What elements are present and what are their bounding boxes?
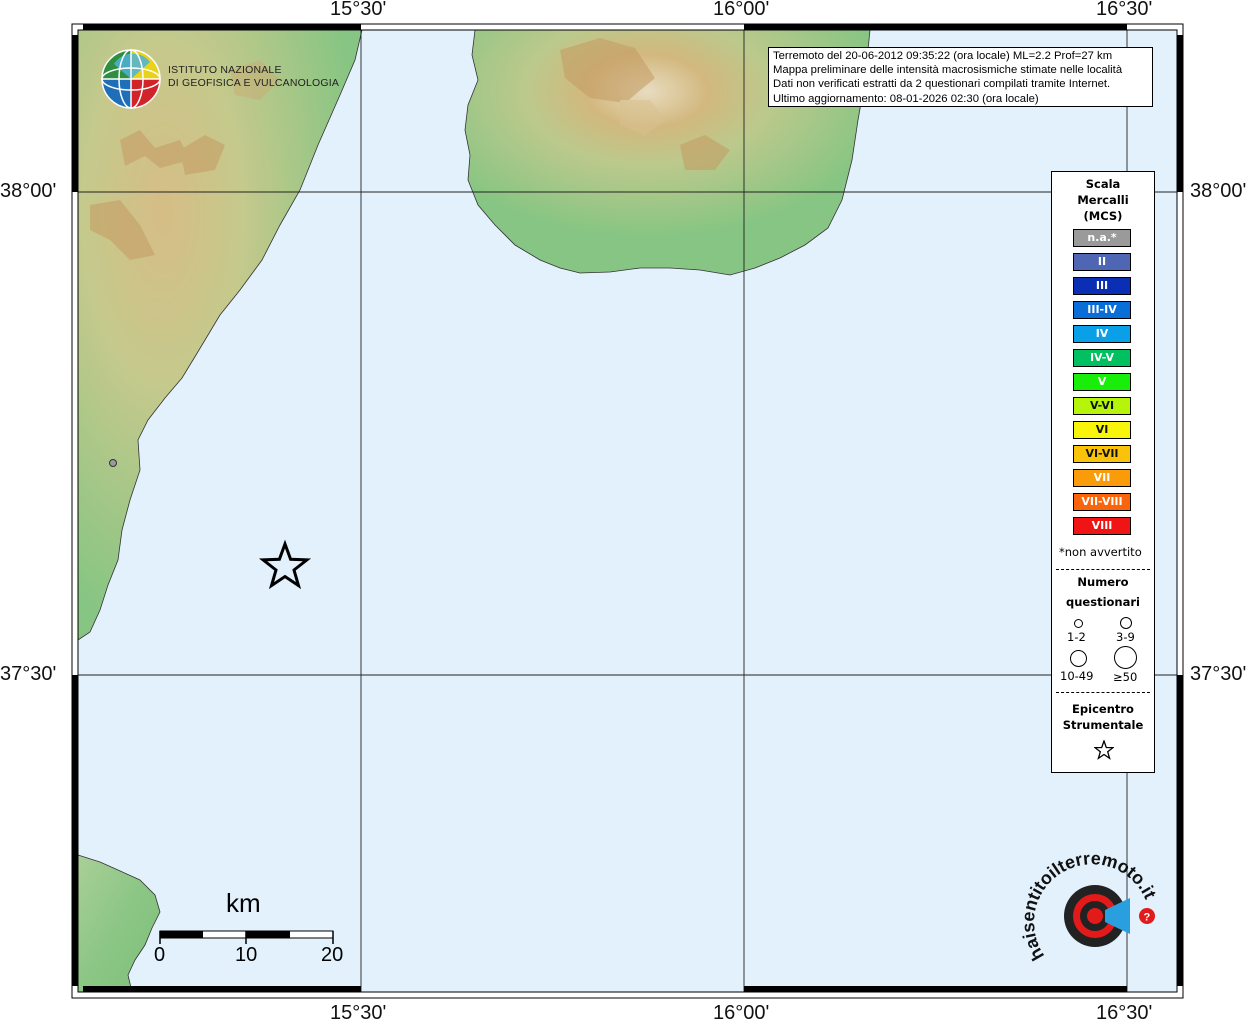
intensity-swatch: III: [1073, 277, 1131, 295]
intensity-swatch: VII: [1073, 469, 1131, 487]
legend-panel: Scala Mercalli (MCS) n.a.* II III III-IV IV I…: [1051, 171, 1155, 773]
epicenter-legend-star-icon: [1094, 740, 1114, 760]
lat-label-left-2: 37°30': [0, 663, 57, 685]
count-label-1-2: 1-2: [1067, 630, 1086, 644]
scale-label-20: 20: [321, 944, 344, 966]
count-title-2: questionari: [1066, 595, 1140, 609]
lon-label-top-2: 16°00': [713, 0, 770, 20]
ingv-logo: [100, 48, 162, 114]
ingv-logo-text: ISTITUTO NAZIONALE DI GEOFISICA E VULCAN…: [168, 64, 339, 90]
event-info-line-1: Terremoto del 20-06-2012 09:35:22 (ora l…: [773, 50, 1113, 62]
intensity-swatch: n.a.*: [1073, 229, 1131, 247]
lon-label-bottom-3: 16°30': [1096, 1002, 1153, 1024]
intensity-swatch: VI: [1073, 421, 1131, 439]
svg-text:?: ?: [1144, 912, 1151, 924]
locality-point[interactable]: [109, 459, 117, 467]
scale-label-0: 0: [154, 944, 166, 966]
intensity-swatch: II: [1073, 253, 1131, 271]
intensity-swatch: III-IV: [1073, 301, 1131, 319]
count-circle-1-2: [1074, 619, 1083, 628]
intensity-swatch: V: [1073, 373, 1131, 391]
legend-divider-2: [1056, 692, 1150, 693]
ingv-globe-icon: [101, 49, 161, 109]
lon-label-top-3: 16°30': [1096, 0, 1153, 20]
count-circle-3-9: [1120, 617, 1132, 629]
event-info-line-2: Mappa preliminare delle intensità macros…: [773, 64, 1123, 77]
legend-title-1: Scala: [1085, 177, 1121, 191]
count-label-10-49: 10-49: [1060, 669, 1094, 683]
count-circle-50: [1114, 646, 1137, 669]
ingv-line-1: ISTITUTO NAZIONALE: [168, 64, 282, 76]
event-info-line-4: Ultimo aggiornamento: 08-01-2026 02:30 (…: [773, 92, 1039, 105]
lon-label-top-1: 15°30': [330, 0, 387, 20]
intensity-swatch: VI-VII: [1073, 445, 1131, 463]
event-info-box: Terremoto del 20-06-2012 09:35:22 (ora l…: [768, 47, 1153, 107]
count-label-50: ≥50: [1113, 670, 1138, 684]
epicenter-title-1: Epicentro: [1072, 702, 1134, 716]
count-circle-10-49: [1070, 650, 1087, 667]
intensity-swatch: VII-VIII: [1073, 493, 1131, 511]
lat-label-right-1: 38°00': [1190, 180, 1247, 202]
lat-label-right-2: 37°30': [1190, 663, 1247, 685]
count-label-3-9: 3-9: [1116, 630, 1135, 644]
scale-label-10: 10: [235, 944, 258, 966]
intensity-swatch: VIII: [1073, 517, 1131, 535]
legend-title-3: (MCS): [1083, 209, 1123, 223]
intensity-swatch: IV: [1073, 325, 1131, 343]
epicenter-title-2: Strumentale: [1062, 718, 1144, 732]
legend-title-2: Mercalli: [1077, 193, 1129, 207]
scale-bar-title: km: [226, 888, 261, 918]
event-info-line-3: Dati non verificati estratti da 2 questi…: [773, 78, 1111, 91]
lon-label-bottom-1: 15°30': [330, 1002, 387, 1024]
ingv-line-2: DI GEOFISICA E VULCANOLOGIA: [168, 77, 340, 89]
intensity-swatch: IV-V: [1073, 349, 1131, 367]
legend-divider-1: [1056, 569, 1150, 570]
legend-note: *non avvertito: [1059, 545, 1142, 559]
count-title-1: Numero: [1077, 575, 1129, 589]
lon-label-bottom-2: 16°00': [713, 1002, 770, 1024]
intensity-swatch: V-VI: [1073, 397, 1131, 415]
lat-label-left-1: 38°00': [0, 180, 57, 202]
